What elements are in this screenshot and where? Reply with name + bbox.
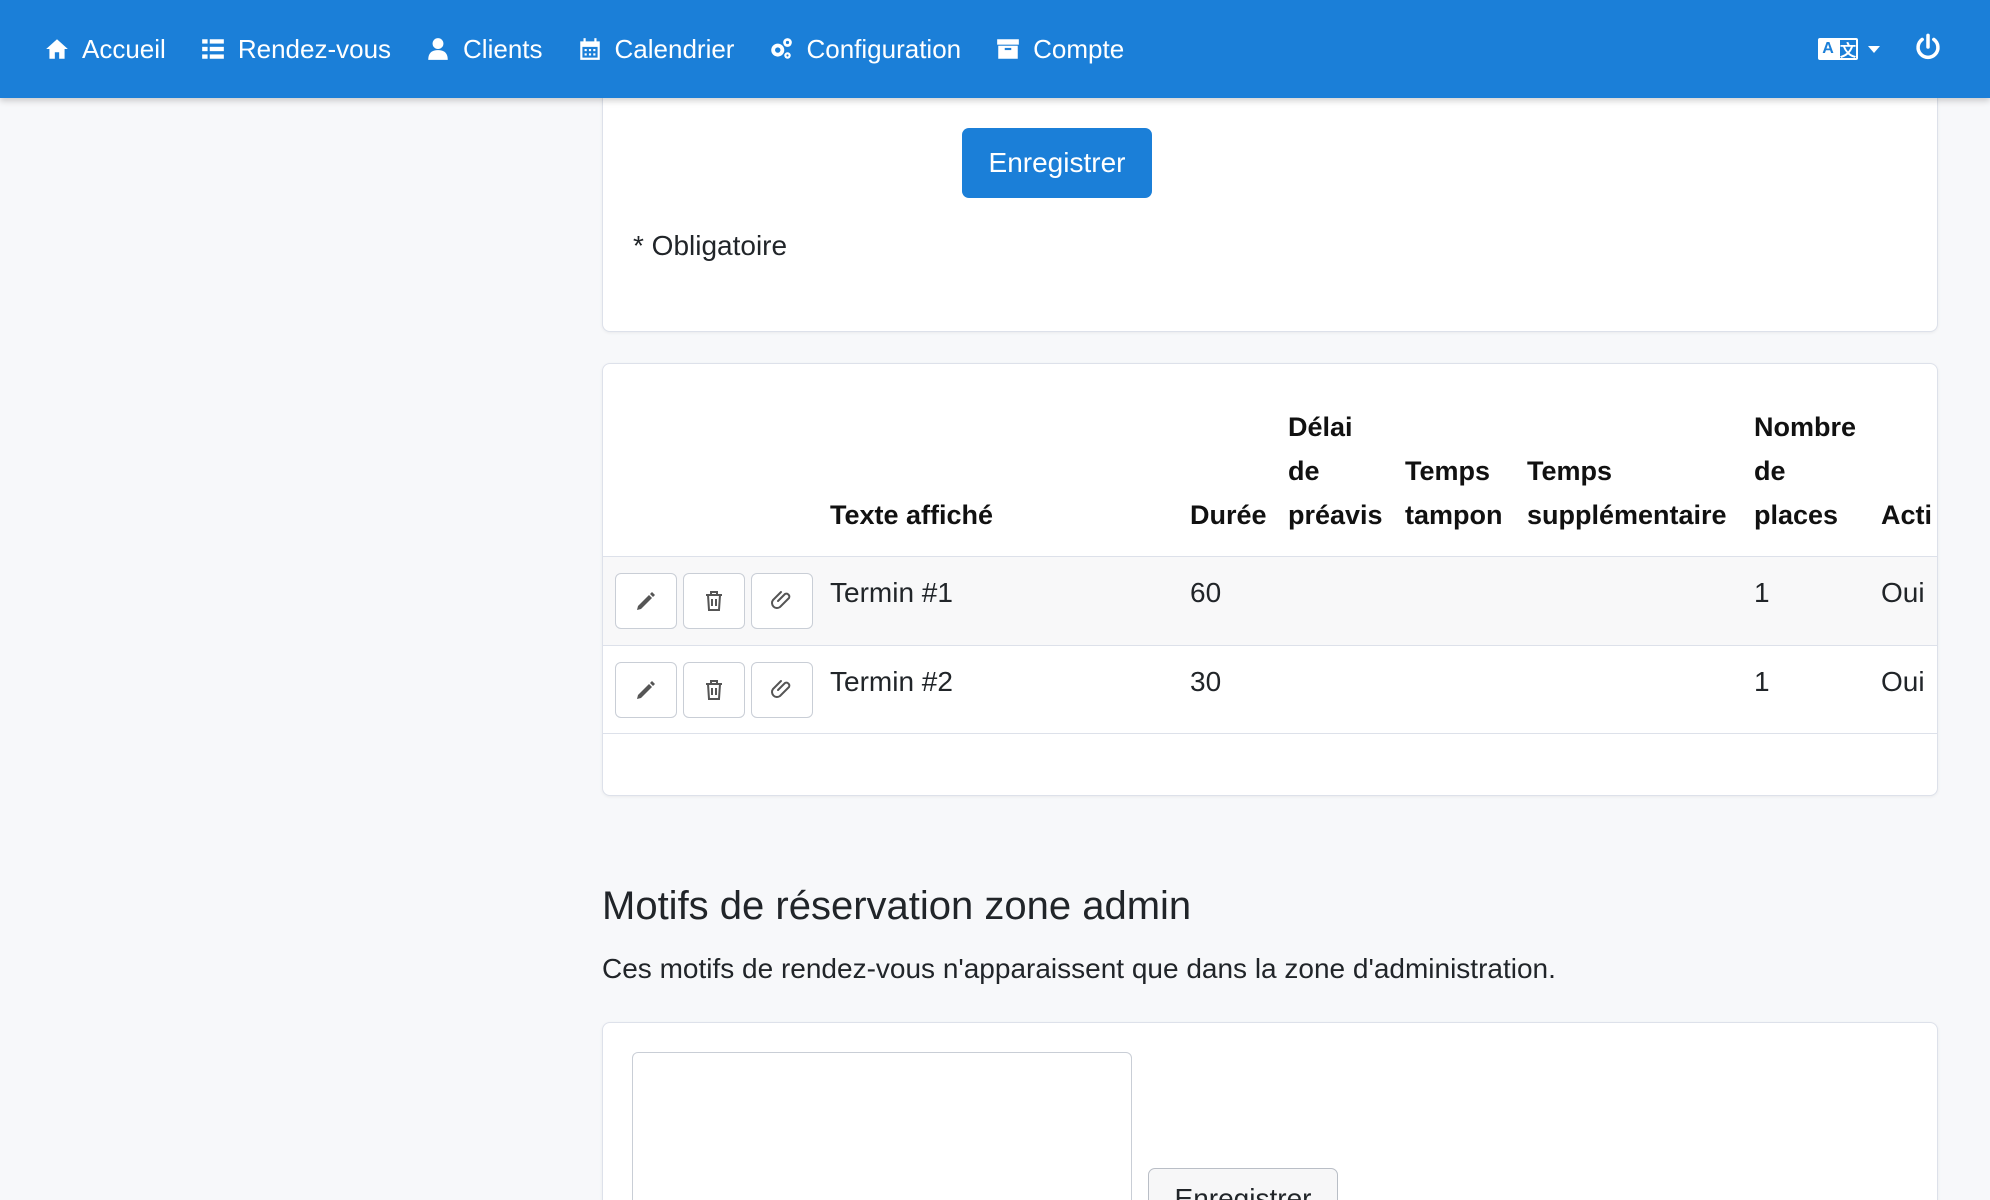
table-row: Termin #2 30 1 Oui xyxy=(603,645,1937,734)
attach-button[interactable] xyxy=(751,662,813,718)
nav-item-accueil[interactable]: Accueil xyxy=(44,34,166,65)
delete-button[interactable] xyxy=(683,662,745,718)
translate-icon: A文 xyxy=(1818,38,1858,60)
header-extra-line2: supplémentaire xyxy=(1527,500,1727,530)
pencil-icon xyxy=(637,681,655,699)
paperclip-icon xyxy=(771,680,791,698)
nav-label: Calendrier xyxy=(614,33,735,64)
reason-input[interactable] xyxy=(632,1052,1132,1200)
header-notice-line2: de xyxy=(1288,456,1320,486)
cell-places: 1 xyxy=(1754,577,1770,608)
cell-places: 1 xyxy=(1754,666,1770,697)
header-active: Acti xyxy=(1881,500,1933,530)
caret-down-icon xyxy=(1868,45,1880,53)
attach-button[interactable] xyxy=(751,573,813,629)
header-notice-line1: Délai xyxy=(1288,412,1353,442)
nav-item-rendez-vous[interactable]: Rendez-vous xyxy=(200,34,391,65)
navbar-right: A文 xyxy=(1818,0,1990,98)
list-icon xyxy=(201,39,224,59)
paperclip-icon xyxy=(771,591,791,609)
nav-label: Accueil xyxy=(82,33,166,64)
header-buffer-line2: tampon xyxy=(1405,500,1503,530)
header-label: Texte affiché xyxy=(830,500,994,530)
header-buffer-line1: Temps xyxy=(1405,456,1491,486)
pencil-icon xyxy=(637,592,655,610)
language-dropdown[interactable]: A文 xyxy=(1818,38,1880,60)
table-row: Termin #1 60 1 Oui xyxy=(603,556,1937,645)
section-title: Motifs de réservation zone admin xyxy=(602,884,1192,928)
settings-form-card xyxy=(602,70,1938,332)
header-duration: Durée xyxy=(1190,500,1267,530)
nav-item-configuration[interactable]: Configuration xyxy=(768,34,961,65)
required-note: * Obligatoire xyxy=(633,230,788,261)
user-icon xyxy=(428,38,448,60)
power-icon xyxy=(1916,33,1940,59)
nav-item-compte[interactable]: Compte xyxy=(995,34,1124,65)
cell-label: Termin #1 xyxy=(830,577,953,608)
nav-label: Configuration xyxy=(806,33,962,64)
nav-label: Clients xyxy=(463,33,543,64)
delete-button[interactable] xyxy=(683,573,745,629)
cell-label: Termin #2 xyxy=(830,666,953,697)
header-places-line1: Nombre xyxy=(1754,412,1857,442)
cell-active: Oui xyxy=(1881,577,1925,608)
header-places-line2: de xyxy=(1754,456,1786,486)
nav-label: Compte xyxy=(1033,33,1125,64)
cell-duration: 60 xyxy=(1190,577,1222,608)
edit-button[interactable] xyxy=(615,662,677,718)
top-navbar: Accueil Rendez-vous Clients Calendrier C… xyxy=(0,0,1990,98)
cell-duration: 30 xyxy=(1190,666,1222,697)
section-description: Ces motifs de rendez-vous n'apparaissent… xyxy=(602,953,1556,984)
trash-icon xyxy=(706,591,722,611)
save-admin-button[interactable]: Enregistrer xyxy=(1148,1168,1338,1200)
calendar-icon xyxy=(579,38,600,60)
header-notice-line3: préavis xyxy=(1288,500,1383,530)
header-extra-line1: Temps xyxy=(1527,456,1613,486)
save-button[interactable]: Enregistrer xyxy=(962,128,1152,198)
header-places-line3: places xyxy=(1754,500,1839,530)
nav-item-clients[interactable]: Clients xyxy=(425,33,543,65)
nav-label: Rendez-vous xyxy=(237,33,392,64)
nav-item-calendrier[interactable]: Calendrier xyxy=(577,33,735,65)
booking-reasons-table: Texte affiché Durée Délai de préavis Tem… xyxy=(602,363,1938,796)
gears-icon xyxy=(771,38,793,59)
home-icon xyxy=(46,39,68,59)
logout-button[interactable] xyxy=(1914,33,1942,66)
edit-button[interactable] xyxy=(615,573,677,629)
cell-active: Oui xyxy=(1881,666,1925,697)
trash-icon xyxy=(706,680,722,700)
archive-icon xyxy=(997,39,1019,59)
